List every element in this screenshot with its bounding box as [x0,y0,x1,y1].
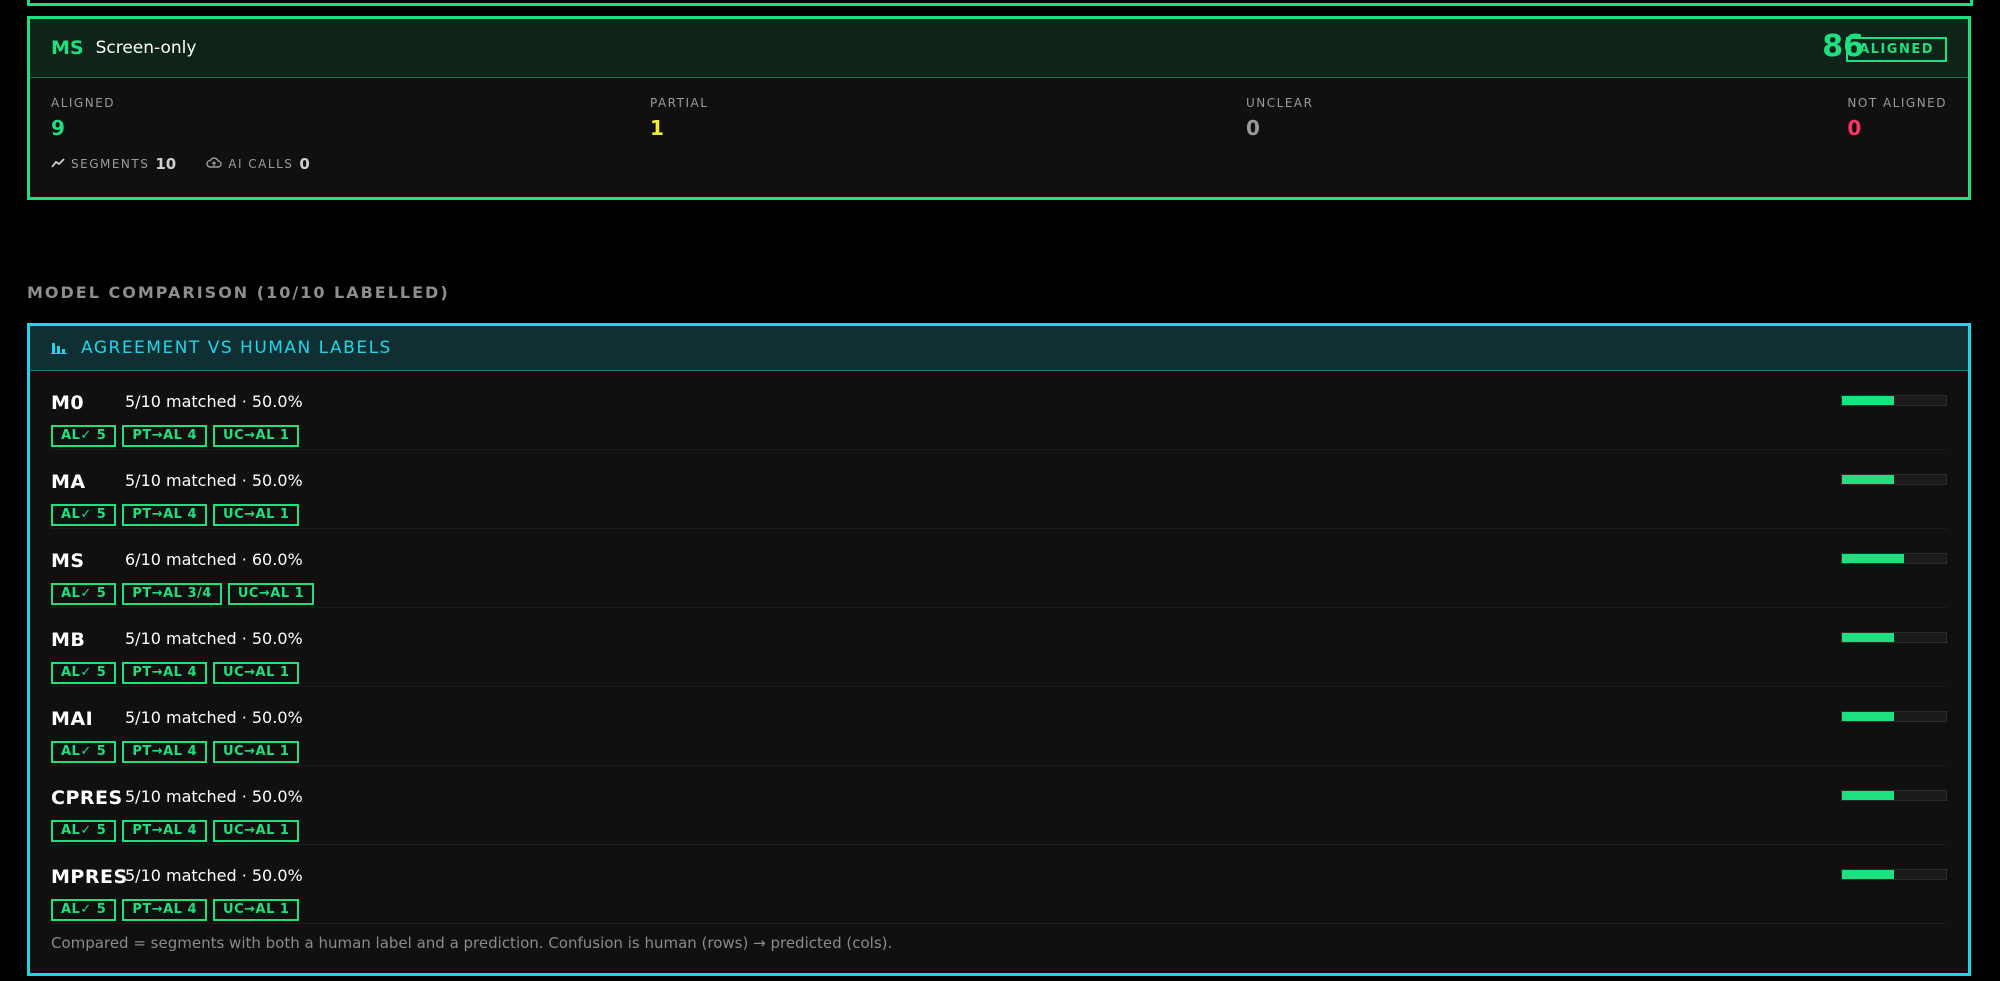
confusion-tag: UC→AL 1 [213,820,300,842]
matched-summary: 5/10 matched · 50.0% [125,787,303,806]
stat-unclear: UNCLEAR 0 [1246,96,1313,140]
trend-line-icon [51,157,65,171]
confusion-tag: UC→AL 1 [213,662,300,684]
agreement-bar [1841,632,1947,643]
matched-summary: 6/10 matched · 60.0% [125,550,303,569]
agreement-bar [1841,711,1947,722]
stat-partial: PARTIAL 1 [650,96,708,140]
confusion-tag: AL✓ 5 [51,899,117,921]
agreement-bar [1841,395,1947,406]
model-code: MS [51,37,84,59]
agreement-card: AGREEMENT VS HUMAN LABELS M0 5/10 matched… [27,323,1971,976]
stat-label: NOT ALIGNED [1847,96,1947,110]
stat-label: UNCLEAR [1246,96,1314,110]
confusion-tag: PT→AL 4 [122,820,208,842]
agreement-bar [1841,790,1947,801]
matched-summary: 5/10 matched · 50.0% [125,471,303,490]
verdict-badge: ALIGNED [1846,37,1947,62]
model-title: Screen-only [95,38,197,58]
matched-summary: 5/10 matched · 50.0% [125,629,303,648]
agreement-bar-fill [1842,712,1894,721]
stat-label: PARTIAL [650,96,709,110]
model-name: MS [51,550,85,572]
model-row: MS 6/10 matched · 60.0% AL✓ 5 PT→AL 3/4 UC→A… [51,529,1947,608]
model-name: MB [51,629,86,651]
agreement-bar-fill [1842,554,1905,563]
model-name: MAI [51,708,94,730]
stat-value: 1 [650,116,664,140]
stat-value: 0 [1847,116,1862,140]
agreement-card-header: AGREEMENT VS HUMAN LABELS [30,326,1968,371]
confusion-tag: PT→AL 3/4 [122,583,222,605]
stat-not-aligned: NOT ALIGNED 0 [1847,96,1947,140]
agreement-bar [1841,474,1947,485]
confusion-tag: PT→AL 4 [122,425,208,447]
model-row: CPRES 5/10 matched · 50.0% AL✓ 5 PT→AL 4 UC→… [51,766,1947,845]
section-title: MODEL COMPARISON (10/10 LABELLED) [27,283,450,302]
confusion-tag: UC→AL 1 [213,899,300,921]
segments-label: SEGMENTS [71,157,150,171]
agreement-bar [1841,553,1947,564]
confusion-tag: AL✓ 5 [51,583,117,605]
model-row: MAI 5/10 matched · 50.0% AL✓ 5 PT→AL 4 UC→AL… [51,687,1947,766]
agreement-bar [1841,869,1947,880]
model-row: MA 5/10 matched · 50.0% AL✓ 5 PT→AL 4 UC→AL … [51,450,1947,529]
confusion-tag: UC→AL 1 [227,583,315,605]
bar-chart-icon [51,339,67,358]
confusion-tag: AL✓ 5 [51,741,117,763]
model-row: M0 5/10 matched · 50.0% AL✓ 5 PT→AL 4 UC→AL … [51,371,1947,450]
confusion-tag: AL✓ 5 [51,504,117,526]
confusion-tag: PT→AL 4 [122,899,208,921]
model-name: MPRES [51,866,128,888]
page: MS Screen-only 86 ALIGNED ALIGNED 9 PART… [0,0,2000,981]
confusion-tag: UC→AL 1 [213,504,300,526]
meta-row: SEGMENTS 10 AI CALLS 0 [51,155,310,173]
confusion-tag: UC→AL 1 [213,741,300,763]
matched-summary: 5/10 matched · 50.0% [125,708,303,727]
confusion-tag: AL✓ 5 [51,425,117,447]
stat-aligned: ALIGNED 9 [51,96,115,140]
model-row: MB 5/10 matched · 50.0% AL✓ 5 PT→AL 4 UC→AL … [51,608,1947,687]
confusion-tag: AL✓ 5 [51,820,117,842]
previous-card-edge [27,0,1973,6]
footnote: Compared = segments with both a human la… [51,934,893,952]
model-name: CPRES [51,787,123,809]
model-name: M0 [51,392,85,414]
confusion-tag: UC→AL 1 [213,425,300,447]
segments-value: 10 [155,155,177,173]
agreement-bar-fill [1842,396,1894,405]
confusion-tags: AL✓ 5 PT→AL 4 UC→AL 1 [51,425,300,447]
confusion-tags: AL✓ 5 PT→AL 4 UC→AL 1 [51,662,300,684]
agreement-bar-fill [1842,791,1894,800]
model-summary-card: MS Screen-only 86 ALIGNED ALIGNED 9 PART… [27,16,1971,200]
stat-value: 0 [1246,116,1260,140]
confusion-tags: AL✓ 5 PT→AL 4 UC→AL 1 [51,820,300,842]
confusion-tag: PT→AL 4 [122,662,208,684]
model-row: MPRES 5/10 matched · 50.0% AL✓ 5 PT→AL 4 UC→… [51,845,1947,924]
ai-calls-count: AI CALLS 0 [206,155,310,173]
stat-label: ALIGNED [51,96,116,110]
model-summary-header: MS Screen-only 86 ALIGNED [30,19,1968,78]
ai-calls-label: AI CALLS [228,157,294,171]
confusion-tag: AL✓ 5 [51,662,117,684]
confusion-tags: AL✓ 5 PT→AL 4 UC→AL 1 [51,741,300,763]
model-rows: M0 5/10 matched · 50.0% AL✓ 5 PT→AL 4 UC→AL … [30,371,1968,924]
confusion-tag: PT→AL 4 [122,741,208,763]
model-name: MA [51,471,86,493]
cloud-upload-icon [206,156,222,172]
confusion-tags: AL✓ 5 PT→AL 4 UC→AL 1 [51,899,300,921]
matched-summary: 5/10 matched · 50.0% [125,866,303,885]
stats-row: ALIGNED 9 PARTIAL 1 UNCLEAR 0 NOT ALIGNE… [30,78,1968,140]
stat-value: 9 [51,116,65,140]
agreement-card-title: AGREEMENT VS HUMAN LABELS [81,338,392,358]
confusion-tags: AL✓ 5 PT→AL 4 UC→AL 1 [51,504,300,526]
segments-count: SEGMENTS 10 [51,155,176,173]
agreement-bar-fill [1842,870,1894,879]
matched-summary: 5/10 matched · 50.0% [125,392,303,411]
agreement-bar-fill [1842,633,1894,642]
ai-calls-value: 0 [299,155,310,173]
agreement-bar-fill [1842,475,1894,484]
confusion-tag: PT→AL 4 [122,504,208,526]
confusion-tags: AL✓ 5 PT→AL 3/4 UC→AL 1 [51,583,315,605]
